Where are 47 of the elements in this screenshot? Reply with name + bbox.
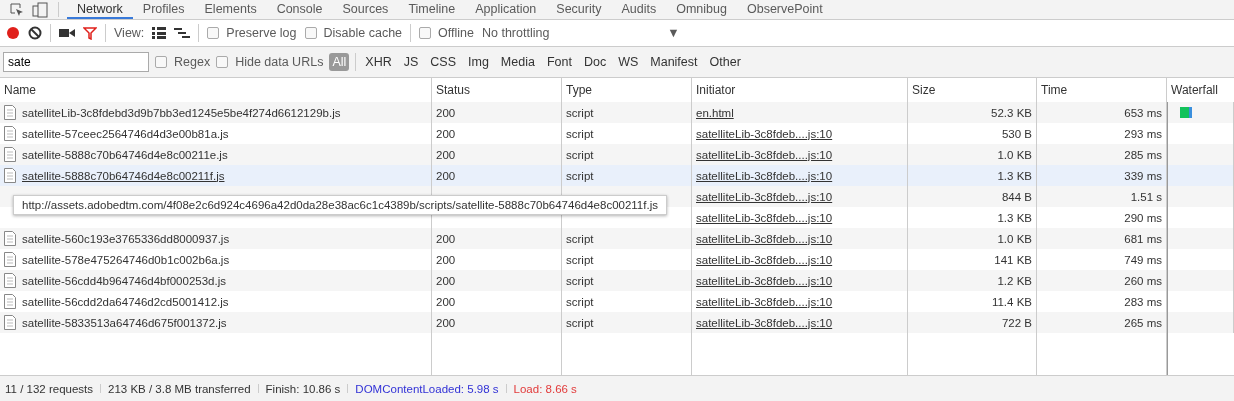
- status-code: 200: [436, 127, 456, 140]
- time-value: 290 ms: [1124, 211, 1162, 224]
- status-code: 200: [436, 106, 456, 119]
- time-value: 260 ms: [1124, 274, 1162, 287]
- status-text: Finish: 10.86 s: [265, 382, 341, 395]
- status-code: 200: [436, 169, 456, 182]
- resource-type: script: [566, 127, 594, 140]
- status-code: 200: [436, 295, 456, 308]
- status-text: DOMContentLoaded: 5.98 s: [355, 382, 499, 395]
- size-value: 722 B: [1001, 316, 1032, 329]
- status-code: 200: [436, 148, 456, 161]
- status-text: 11 / 132 requests: [5, 382, 93, 395]
- time-value: 265 ms: [1124, 316, 1162, 329]
- resource-type: script: [566, 232, 594, 245]
- status-code: 200: [436, 316, 456, 329]
- time-value: 285 ms: [1124, 148, 1162, 161]
- resource-type: script: [566, 169, 594, 182]
- time-value: 339 ms: [1124, 169, 1162, 182]
- time-value: 749 ms: [1124, 253, 1162, 266]
- resource-type: script: [566, 316, 594, 329]
- status-code: 200: [436, 253, 456, 266]
- size-value: 844 B: [1001, 190, 1032, 203]
- size-value: 1.0 KB: [997, 148, 1032, 161]
- size-value: 1.3 KB: [997, 169, 1032, 182]
- status-text: 213 KB / 3.8 MB transferred: [108, 382, 251, 395]
- time-value: 653 ms: [1124, 106, 1162, 119]
- resource-type: script: [566, 106, 594, 119]
- size-value: 141 KB: [994, 253, 1032, 266]
- resource-type: script: [566, 148, 594, 161]
- time-value: 283 ms: [1124, 295, 1162, 308]
- resource-type: script: [566, 274, 594, 287]
- size-value: 11.4 KB: [991, 295, 1032, 308]
- size-value: 1.0 KB: [997, 232, 1032, 245]
- status-code: 200: [436, 232, 456, 245]
- size-value: 1.3 KB: [997, 211, 1032, 224]
- status-code: 200: [436, 274, 456, 287]
- size-value: 530 B: [1001, 127, 1032, 140]
- status-text: Load: 8.66 s: [513, 382, 577, 395]
- time-value: 681 ms: [1124, 232, 1162, 245]
- size-value: 1.2 KB: [997, 274, 1032, 287]
- time-value: 1.51 s: [1130, 190, 1162, 203]
- url-tooltip: http://assets.adobedtm.com/4f08e2c6d924c4696a42d0da28e38ac6c1c4389b/scripts/satellite-5888c70b64746d4e8c00211f.js: [13, 195, 667, 215]
- time-value: 293 ms: [1124, 127, 1162, 140]
- size-value: 52.3 KB: [991, 106, 1032, 119]
- view-label: View:: [114, 26, 145, 40]
- resource-type: script: [566, 295, 594, 308]
- resource-type: script: [566, 253, 594, 266]
